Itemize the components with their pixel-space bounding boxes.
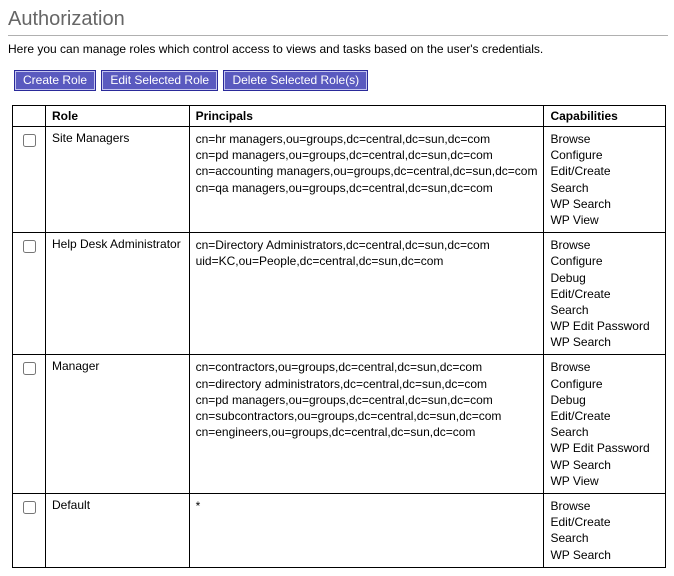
table-row: Manager cn=contractors,ou=groups,dc=centr… [13,355,666,494]
row-select-cell [13,355,46,494]
page-title: Authorization [8,8,668,31]
capability-line: Search [550,424,659,440]
capabilities-cell: BrowseConfigureDebugEdit/CreateSearchWP … [544,355,666,494]
row-select-checkbox[interactable] [23,240,36,253]
capability-line: Search [550,530,659,546]
page-description: Here you can manage roles which control … [8,42,668,56]
row-select-cell [13,233,46,355]
principal-line: cn=contractors,ou=groups,dc=central,dc=s… [196,359,538,375]
capability-line: WP Edit Password [550,440,659,456]
roles-table: Role Principals Capabilities Site Manage… [12,105,666,568]
principal-line: cn=Directory Administrators,dc=central,d… [196,237,538,253]
capability-line: WP Edit Password [550,318,659,334]
row-select-cell [13,127,46,233]
capabilities-cell: BrowseConfigureDebugEdit/CreateSearchWP … [544,233,666,355]
role-name-cell: Manager [46,355,190,494]
header-rule [8,35,668,36]
principal-line: cn=accounting managers,ou=groups,dc=cent… [196,163,538,179]
capability-line: Browse [550,237,659,253]
col-header-select [13,106,46,127]
toolbar: Create Role Edit Selected Role Delete Se… [14,70,668,91]
row-select-checkbox[interactable] [23,501,36,514]
capability-line: Edit/Create [550,286,659,302]
capability-line: WP Search [550,334,659,350]
principals-cell: * [189,493,544,567]
principal-line: cn=engineers,ou=groups,dc=central,dc=sun… [196,424,538,440]
principal-line: cn=pd managers,ou=groups,dc=central,dc=s… [196,147,538,163]
role-name-cell: Site Managers [46,127,190,233]
role-name-cell: Default [46,493,190,567]
row-select-cell [13,493,46,567]
capability-line: WP Search [550,457,659,473]
principals-cell: cn=contractors,ou=groups,dc=central,dc=s… [189,355,544,494]
capability-line: Edit/Create [550,408,659,424]
table-row: Default * BrowseEdit/CreateSearchWP Search [13,493,666,567]
capability-line: Edit/Create [550,163,659,179]
capability-line: Configure [550,253,659,269]
capability-line: Edit/Create [550,514,659,530]
capability-line: Configure [550,376,659,392]
capability-line: WP Search [550,196,659,212]
principal-line: uid=KC,ou=People,dc=central,dc=sun,dc=co… [196,253,538,269]
capability-line: Search [550,180,659,196]
capability-line: Debug [550,270,659,286]
principals-cell: cn=hr managers,ou=groups,dc=central,dc=s… [189,127,544,233]
principal-line: cn=pd managers,ou=groups,dc=central,dc=s… [196,392,538,408]
col-header-role: Role [46,106,190,127]
row-select-checkbox[interactable] [23,362,36,375]
table-header-row: Role Principals Capabilities [13,106,666,127]
delete-selected-roles-button[interactable]: Delete Selected Role(s) [223,70,368,91]
principal-line: cn=hr managers,ou=groups,dc=central,dc=s… [196,131,538,147]
capability-line: WP Search [550,547,659,563]
edit-selected-role-button[interactable]: Edit Selected Role [101,70,218,91]
capability-line: Browse [550,359,659,375]
col-header-principals: Principals [189,106,544,127]
row-select-checkbox[interactable] [23,134,36,147]
principal-line: cn=subcontractors,ou=groups,dc=central,d… [196,408,538,424]
capabilities-cell: BrowseEdit/CreateSearchWP Search [544,493,666,567]
capability-line: WP View [550,212,659,228]
capability-line: Browse [550,131,659,147]
table-row: Help Desk Administrator cn=Directory Admi… [13,233,666,355]
create-role-button[interactable]: Create Role [14,70,96,91]
capabilities-cell: BrowseConfigureEdit/CreateSearchWP Searc… [544,127,666,233]
principal-line: * [196,498,538,514]
table-row: Site Managers cn=hr managers,ou=groups,dc… [13,127,666,233]
col-header-capabilities: Capabilities [544,106,666,127]
capability-line: Search [550,302,659,318]
capability-line: Debug [550,392,659,408]
principal-line: cn=qa managers,ou=groups,dc=central,dc=s… [196,180,538,196]
role-name-cell: Help Desk Administrator [46,233,190,355]
principals-cell: cn=Directory Administrators,dc=central,d… [189,233,544,355]
capability-line: Browse [550,498,659,514]
principal-line: cn=directory administrators,dc=central,d… [196,376,538,392]
capability-line: Configure [550,147,659,163]
capability-line: WP View [550,473,659,489]
